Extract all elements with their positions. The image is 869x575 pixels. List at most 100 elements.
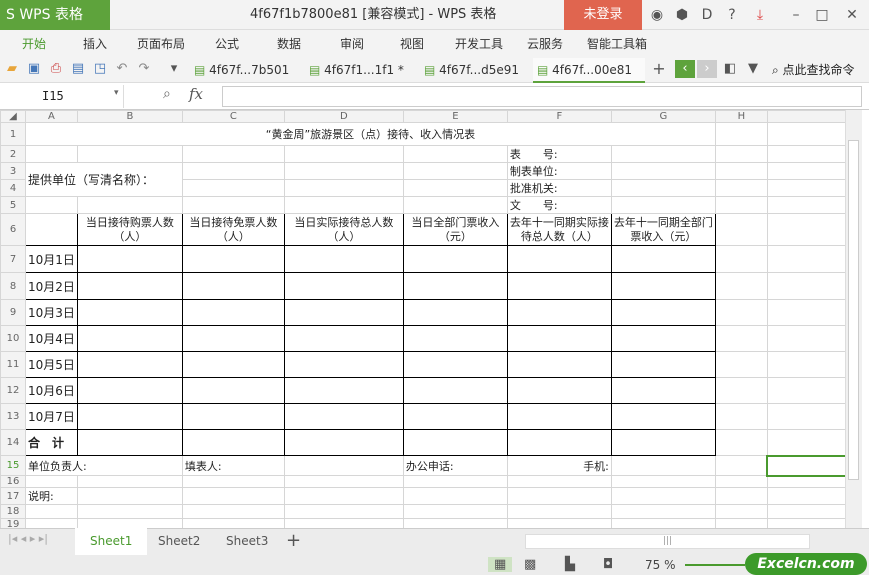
help-icon[interactable]: ? xyxy=(720,0,744,30)
cell[interactable] xyxy=(714,351,768,378)
menu-tab[interactable]: 云服务 xyxy=(527,30,563,58)
cell[interactable] xyxy=(283,196,404,214)
row-header[interactable]: 4 xyxy=(0,179,26,197)
cell[interactable] xyxy=(714,179,768,197)
export-pdf-icon[interactable]: ⎙ xyxy=(48,60,64,78)
cell[interactable] xyxy=(181,504,285,519)
cell[interactable] xyxy=(714,475,768,488)
print-icon[interactable]: ▤ xyxy=(70,60,86,78)
close-button[interactable]: ✕ xyxy=(840,0,864,30)
cell[interactable] xyxy=(283,325,404,352)
cell[interactable] xyxy=(283,272,404,300)
row-header[interactable]: 7 xyxy=(0,245,26,273)
menu-tab[interactable]: 数据 xyxy=(277,30,301,58)
cell[interactable] xyxy=(402,429,508,456)
next-tab-button[interactable]: › xyxy=(697,60,717,78)
sheet-tab[interactable]: Sheet2 xyxy=(143,528,215,555)
column-header[interactable]: E xyxy=(402,110,508,123)
cell[interactable] xyxy=(610,429,716,456)
menu-tab[interactable]: 页面布局 xyxy=(137,30,185,58)
cell[interactable] xyxy=(506,504,612,519)
row-header[interactable]: 1 xyxy=(0,122,26,146)
cell[interactable] xyxy=(714,504,768,519)
add-sheet-icon[interactable]: + xyxy=(286,530,301,551)
cell[interactable] xyxy=(766,351,848,378)
settings-icon[interactable]: ⬢ xyxy=(670,0,694,30)
cell[interactable]: 办公申话: xyxy=(402,455,508,476)
cell[interactable] xyxy=(181,272,285,300)
cell[interactable] xyxy=(610,504,716,519)
cell[interactable] xyxy=(283,455,404,476)
cell[interactable] xyxy=(283,429,404,456)
cell[interactable] xyxy=(402,196,508,214)
menu-tab[interactable]: 视图 xyxy=(400,30,424,58)
row-header[interactable]: 13 xyxy=(0,403,26,430)
cell[interactable] xyxy=(714,272,768,300)
save-icon[interactable]: ▣ xyxy=(26,60,42,78)
cell[interactable] xyxy=(181,179,285,197)
cell[interactable] xyxy=(283,162,404,180)
cell[interactable] xyxy=(766,299,848,326)
cell[interactable] xyxy=(402,145,508,163)
row-header[interactable]: 16 xyxy=(0,475,26,488)
cell[interactable] xyxy=(610,145,716,163)
column-header[interactable]: G xyxy=(610,110,716,123)
undo-icon[interactable]: ↶ xyxy=(114,60,130,78)
cell[interactable] xyxy=(181,351,285,378)
cell[interactable] xyxy=(766,475,848,488)
vertical-scroll-thumb[interactable] xyxy=(848,140,859,480)
cell[interactable]: 当日实际接待总人数（人） xyxy=(283,213,404,246)
open-icon[interactable]: ▰ xyxy=(4,60,20,78)
cell[interactable]: 提供单位（写清名称）： xyxy=(25,162,183,197)
cell[interactable] xyxy=(283,403,404,430)
row-header[interactable]: 10 xyxy=(0,325,26,352)
menu-tab[interactable]: 公式 xyxy=(215,30,239,58)
cell[interactable] xyxy=(402,487,508,505)
cell[interactable] xyxy=(76,245,183,273)
cell[interactable]: 10月6日 xyxy=(25,377,78,404)
column-header[interactable]: A xyxy=(25,110,78,123)
cell[interactable] xyxy=(506,351,612,378)
cell[interactable]: 批准机关: xyxy=(506,179,612,197)
cell[interactable] xyxy=(283,475,404,488)
cell[interactable] xyxy=(283,245,404,273)
cell[interactable] xyxy=(25,196,78,214)
cell[interactable] xyxy=(76,487,183,505)
sheet-nav-icons[interactable]: |◂ ◂ ▸ ▸| xyxy=(8,532,48,545)
row-header[interactable]: 17 xyxy=(0,487,26,505)
cell[interactable]: 去年十一同期全部门票收入（元） xyxy=(610,213,716,246)
cell[interactable]: 10月7日 xyxy=(25,403,78,430)
cell[interactable] xyxy=(402,403,508,430)
name-box-dropdown-icon[interactable]: ▾ xyxy=(114,88,119,98)
cell[interactable] xyxy=(76,272,183,300)
row-header[interactable]: 5 xyxy=(0,196,26,214)
cell[interactable] xyxy=(714,429,768,456)
cell[interactable] xyxy=(402,504,508,519)
cell[interactable] xyxy=(506,272,612,300)
cell[interactable] xyxy=(76,429,183,456)
cell[interactable]: 10月3日 xyxy=(25,299,78,326)
pin-icon[interactable]: ▼ xyxy=(745,60,761,78)
cell[interactable] xyxy=(283,487,404,505)
cell[interactable] xyxy=(714,455,768,476)
cell[interactable] xyxy=(766,325,848,352)
cell[interactable] xyxy=(283,145,404,163)
row-header[interactable]: 2 xyxy=(0,145,26,163)
column-header[interactable]: H xyxy=(714,110,768,123)
cell[interactable] xyxy=(76,475,183,488)
cell[interactable] xyxy=(766,454,849,477)
cell[interactable]: 说明: xyxy=(25,487,78,505)
menu-tab[interactable]: 智能工具箱 xyxy=(587,30,647,58)
eye-protect-icon[interactable]: ◘ xyxy=(603,557,613,572)
document-tab[interactable]: ▤ 4f67f1...1f1 * × xyxy=(305,58,415,102)
cell[interactable] xyxy=(25,504,78,519)
menu-tab[interactable]: 插入 xyxy=(83,30,107,58)
cell[interactable] xyxy=(181,325,285,352)
column-header[interactable]: D xyxy=(283,110,404,123)
cell[interactable]: 合 计 xyxy=(25,429,78,456)
login-button[interactable]: 未登录 xyxy=(564,0,642,30)
page-layout-icon[interactable]: ▙ xyxy=(565,557,575,572)
document-tab[interactable]: ▤ 4f67f...00e81 × xyxy=(533,58,645,102)
cell[interactable] xyxy=(610,455,716,476)
cell[interactable] xyxy=(181,403,285,430)
